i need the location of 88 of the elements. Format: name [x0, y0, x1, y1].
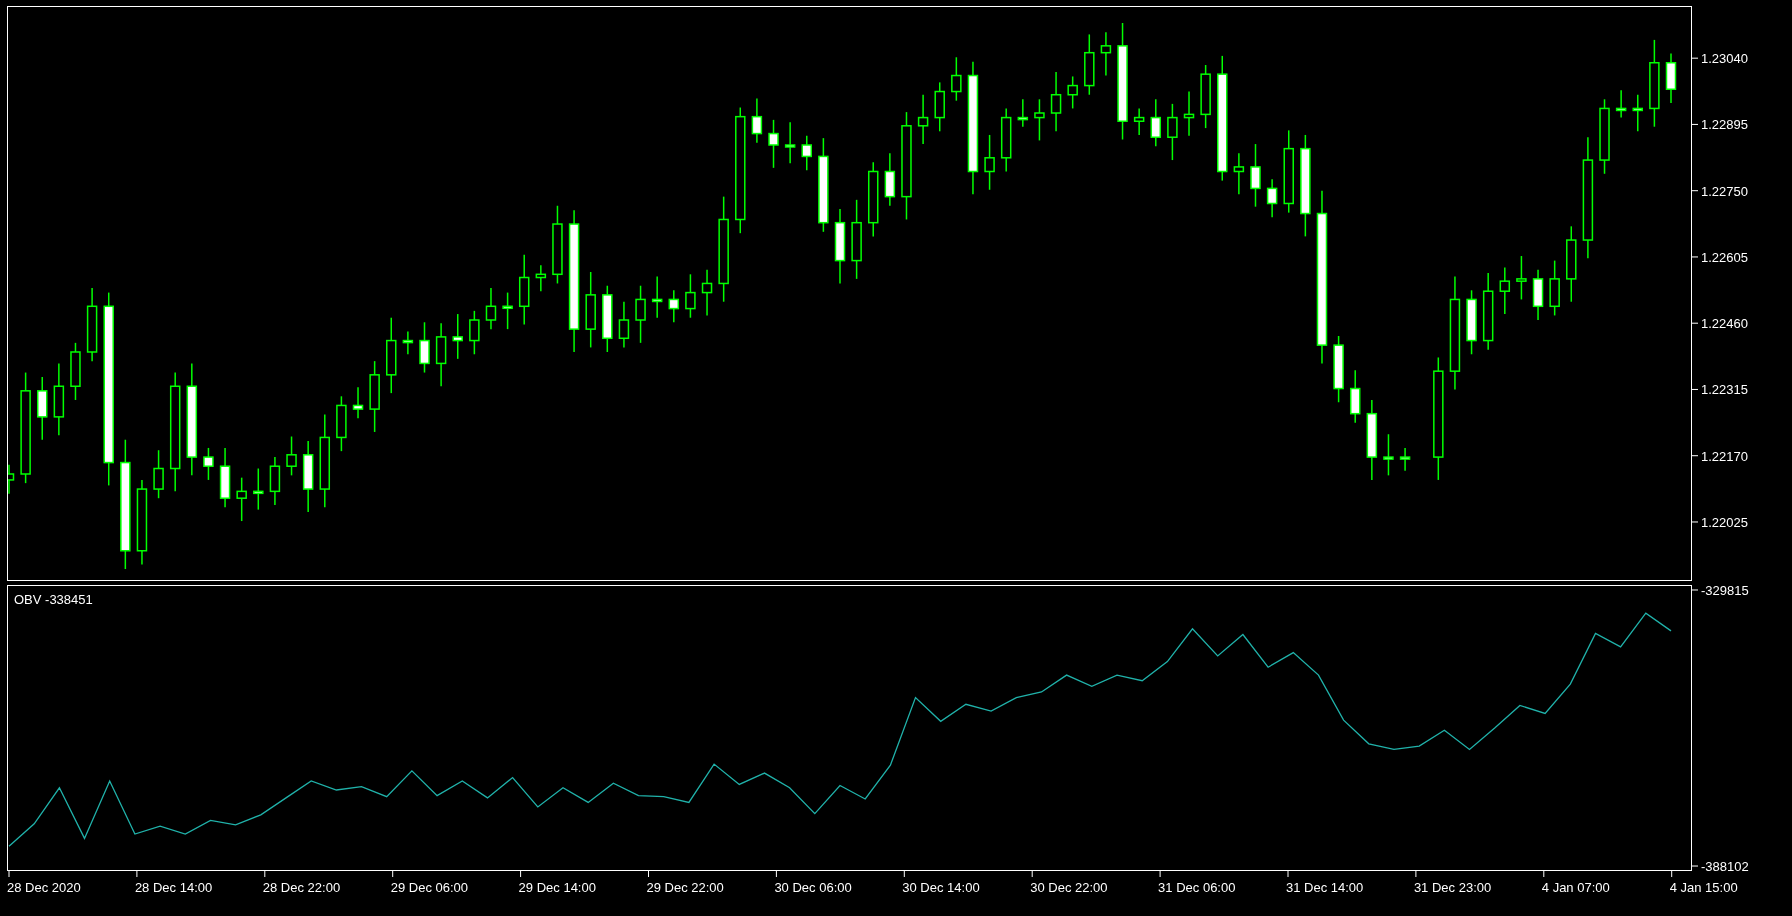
candlestick [1615, 89, 1627, 119]
candlestick [618, 300, 630, 349]
candlestick [668, 289, 680, 324]
candlestick [1399, 447, 1411, 472]
candlestick [1516, 255, 1527, 301]
axis-label: 1.22460 [1701, 316, 1748, 332]
candlestick [1499, 266, 1511, 315]
time-axis-label: 31 Dec 14:00 [1286, 880, 1364, 895]
axis-label: 1.22895 [1701, 117, 1748, 133]
candlestick [1084, 33, 1095, 96]
candlestick [502, 291, 513, 330]
time-axis-label: 29 Dec 06:00 [390, 880, 469, 895]
candlestick [801, 135, 812, 171]
candlestick [1133, 107, 1145, 136]
time-axis-label: 28 Dec 22:00 [262, 880, 341, 895]
time-axis-label: 28 Dec 2020 [7, 880, 81, 895]
candlestick [1632, 94, 1643, 133]
candlestick [336, 395, 347, 452]
candlestick [1067, 75, 1078, 110]
candlestick [435, 322, 447, 387]
candlestick [934, 81, 945, 133]
candlestick [1150, 98, 1162, 148]
candlestick [651, 275, 663, 319]
axis-label: -329815 [1701, 585, 1749, 598]
candlestick [37, 376, 48, 441]
indicator-label: OBV -338451 [14, 591, 93, 609]
candlestick [1233, 152, 1245, 196]
candlestick [236, 476, 247, 522]
candlestick [951, 56, 962, 102]
candlestick [1200, 64, 1211, 129]
candlestick [1383, 433, 1394, 477]
axis-label: 1.22605 [1701, 249, 1748, 265]
candlestick [1333, 335, 1344, 403]
candlestick [1017, 98, 1029, 128]
candlestick [768, 119, 779, 169]
candlestick [535, 264, 547, 292]
candlestick [269, 456, 281, 506]
candlestick [701, 269, 713, 317]
candlestick [1050, 71, 1062, 133]
candlestick [1034, 98, 1045, 142]
axis-label: 1.22315 [1701, 382, 1748, 398]
candlestick [884, 152, 896, 207]
time-axis-label: 31 Dec 06:00 [1158, 880, 1236, 895]
candlestick [286, 435, 297, 477]
candlestick [219, 447, 231, 509]
axis-label: 1.22750 [1701, 183, 1748, 199]
candlestick [469, 310, 480, 355]
time-axis-label: 29 Dec 14:00 [518, 880, 596, 895]
candlestick [1100, 31, 1112, 77]
candlestick [602, 285, 613, 353]
candlestick [635, 285, 646, 344]
time-axis-label: 30 Dec 14:00 [902, 880, 980, 895]
candlestick [1549, 259, 1560, 317]
candlestick [751, 97, 763, 144]
candlestick [253, 467, 264, 511]
axis-label: 1.22025 [1701, 514, 1748, 530]
candlestick [70, 342, 81, 401]
candlestick [1349, 369, 1361, 424]
candlestick [1532, 269, 1544, 321]
candlestick [352, 386, 364, 419]
time-axis-label: 30 Dec 06:00 [774, 880, 852, 895]
candlestick [153, 449, 164, 499]
time-axis-label: 30 Dec 22:00 [1030, 880, 1108, 895]
time-axis-label: 4 Jan 07:00 [1541, 880, 1610, 895]
candlestick [419, 321, 430, 374]
axis-label: 1.23040 [1701, 51, 1748, 67]
candlestick [1167, 103, 1178, 161]
candlestick [452, 313, 463, 360]
candlestick [1665, 52, 1677, 104]
candlestick [1183, 90, 1195, 137]
candlestick [203, 447, 214, 481]
time-axis-label: 29 Dec 22:00 [646, 880, 724, 895]
time-axis-label: 31 Dec 23:00 [1413, 880, 1492, 895]
candlestick [1250, 143, 1261, 208]
candlestick [1466, 289, 1477, 355]
axis-label: 1.22170 [1701, 448, 1748, 464]
candlestick [685, 273, 696, 319]
candlestick [1000, 107, 1012, 173]
candlestick [485, 287, 497, 330]
time-axis-label: 4 Jan 15:00 [1669, 880, 1738, 895]
candlestick [402, 330, 414, 355]
candlestick [1266, 178, 1278, 218]
axis-label: -388102 [1701, 859, 1749, 871]
time-axis-label: 28 Dec 14:00 [134, 880, 213, 895]
candlestick [984, 134, 995, 191]
candlestick [8, 464, 15, 495]
candlestick [784, 121, 796, 164]
candlestick [917, 94, 929, 145]
